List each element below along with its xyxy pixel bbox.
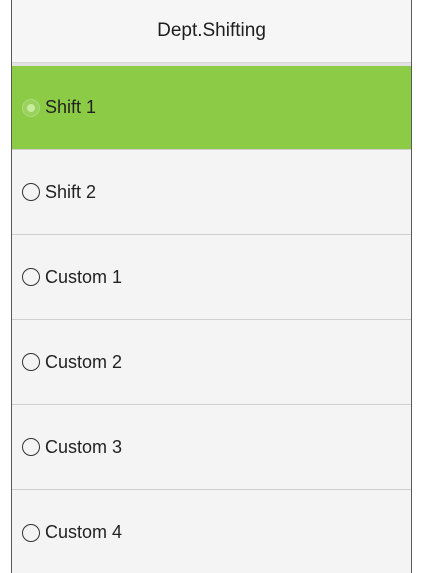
radio-unselected-icon[interactable] (22, 438, 40, 456)
option-shift-1[interactable]: Shift 1 (12, 66, 411, 150)
shift-option-list: Shift 1 Shift 2 Custom 1 Custom 2 Custom… (12, 66, 411, 573)
option-custom-3[interactable]: Custom 3 (12, 405, 411, 490)
option-label: Custom 3 (45, 436, 123, 457)
device-frame: Dept.Shifting Shift 1 Shift 2 Custom 1 C… (0, 0, 423, 573)
option-custom-4[interactable]: Custom 4 (12, 490, 411, 573)
option-custom-2[interactable]: Custom 2 (12, 320, 411, 405)
option-label: Shift 1 (45, 97, 97, 117)
radio-unselected-icon[interactable] (22, 353, 40, 371)
radio-unselected-icon[interactable] (22, 268, 40, 286)
option-label: Custom 4 (45, 522, 123, 542)
option-custom-1[interactable]: Custom 1 (12, 235, 411, 320)
option-shift-2[interactable]: Shift 2 (12, 150, 411, 235)
option-label: Custom 1 (45, 266, 123, 287)
radio-dot (27, 103, 35, 112)
screen: Dept.Shifting Shift 1 Shift 2 Custom 1 C… (11, 0, 412, 573)
page-title: Dept.Shifting (12, 0, 411, 63)
option-label: Custom 2 (45, 351, 123, 372)
option-label: Shift 2 (45, 181, 97, 202)
radio-selected-icon[interactable] (22, 98, 40, 117)
radio-unselected-icon[interactable] (22, 523, 40, 542)
radio-unselected-icon[interactable] (22, 183, 40, 201)
